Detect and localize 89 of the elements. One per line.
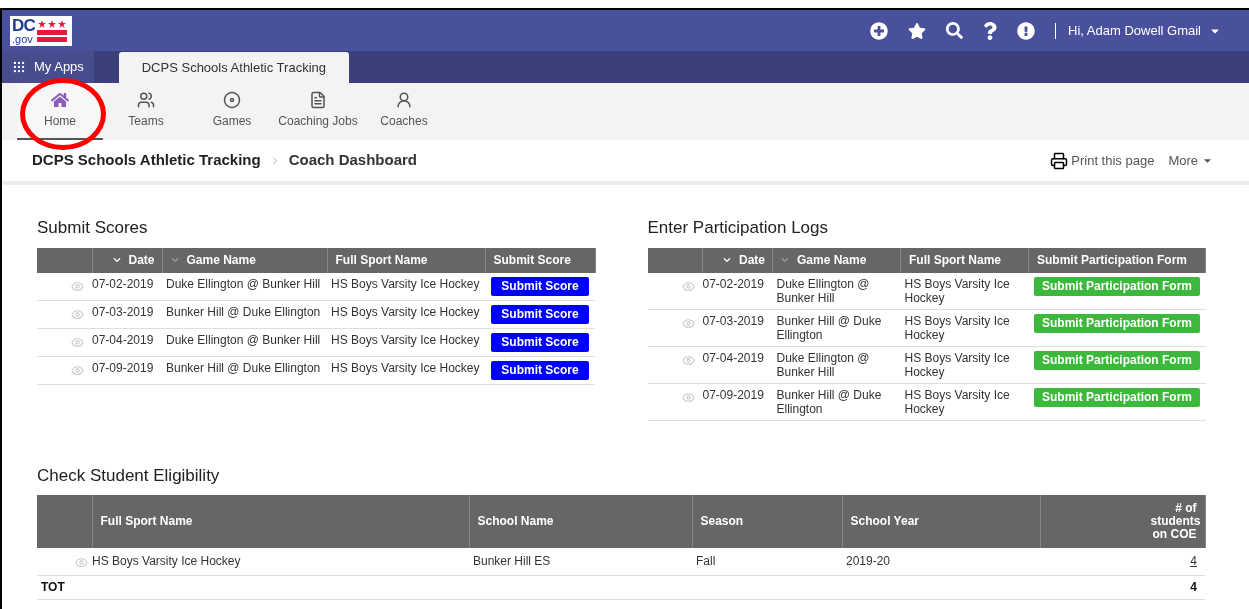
submit-score-button[interactable]: Submit Score xyxy=(491,332,589,352)
people-icon xyxy=(137,91,155,109)
sort-icon[interactable] xyxy=(723,256,731,264)
submit-score-button[interactable]: Submit Score xyxy=(491,304,589,324)
alert-icon[interactable] xyxy=(1017,21,1036,40)
year-cell: 2019-20 xyxy=(842,548,1040,575)
home-icon xyxy=(51,91,69,109)
view-icon[interactable] xyxy=(75,555,88,569)
view-icon[interactable] xyxy=(681,279,695,293)
grid-icon xyxy=(12,60,26,74)
game-cell: Duke Ellington @ Bunker Hill xyxy=(772,272,901,309)
more-menu[interactable]: More xyxy=(1168,150,1213,171)
column-header[interactable]: Game Name xyxy=(772,247,901,273)
date-cell: 07-03-2019 xyxy=(92,300,162,328)
view-icon[interactable] xyxy=(71,307,84,321)
column-header[interactable]: School Name xyxy=(469,495,692,548)
help-icon[interactable] xyxy=(983,21,998,40)
section-title: Check Student Eligibility xyxy=(37,464,221,487)
view-icon[interactable] xyxy=(71,279,84,293)
column-header[interactable]: Date xyxy=(702,247,773,273)
logo-text: DC xyxy=(12,16,35,34)
sport-cell: HS Boys Varsity Ice Hockey xyxy=(327,300,485,328)
nav-item[interactable]: Coaching Jobs xyxy=(275,83,361,140)
date-cell: 07-09-2019 xyxy=(92,356,162,384)
view-icon[interactable] xyxy=(71,335,84,349)
search-icon[interactable] xyxy=(946,22,964,39)
user-menu[interactable]: Hi, Adam Dowell Gmail xyxy=(1068,20,1221,41)
game-cell: Duke Ellington @ Bunker Hill xyxy=(162,272,327,300)
printer-icon xyxy=(1050,151,1069,170)
section-title: Submit Scores xyxy=(37,217,149,239)
column-header[interactable]: Full Sport Name xyxy=(92,495,469,548)
sport-cell: HS Boys Varsity Ice Hockey xyxy=(327,328,485,356)
sport-cell: HS Boys Varsity Ice Hockey xyxy=(900,272,1029,309)
apps-launcher[interactable]: My Apps xyxy=(2,51,94,83)
sport-cell: HS Boys Varsity Ice Hockey xyxy=(900,309,1029,346)
breadcrumb-link[interactable]: DCPS Schools Athletic Tracking xyxy=(32,149,261,172)
sport-cell: HS Boys Varsity Ice Hockey xyxy=(900,346,1029,383)
column-header[interactable]: Date xyxy=(92,247,162,273)
sport-cell: HS Boys Varsity Ice Hockey xyxy=(327,272,485,300)
season-cell: Fall xyxy=(692,548,842,575)
view-icon[interactable] xyxy=(681,316,695,330)
person-icon xyxy=(395,91,413,109)
total-count: 4 xyxy=(1040,575,1205,599)
column-header[interactable]: School Year xyxy=(842,495,1040,548)
game-cell: Bunker Hill @ Duke Ellington xyxy=(162,300,327,328)
nav-item[interactable]: Teams xyxy=(103,83,189,140)
date-cell: 07-04-2019 xyxy=(702,346,773,383)
sport-cell: HS Boys Varsity Ice Hockey xyxy=(900,383,1029,420)
date-cell: 07-09-2019 xyxy=(702,383,773,420)
app-tab[interactable]: DCPS Schools Athletic Tracking xyxy=(118,52,349,83)
logo-text: .gov xyxy=(12,33,34,45)
column-header[interactable]: # of students on COE xyxy=(1040,495,1205,548)
document-icon xyxy=(309,91,327,109)
school-cell: Bunker Hill ES xyxy=(469,548,692,575)
column-header[interactable]: Full Sport Name xyxy=(900,247,1029,273)
sport-cell: HS Boys Varsity Ice Hockey xyxy=(327,356,485,384)
view-icon[interactable] xyxy=(681,390,695,404)
star-icon[interactable] xyxy=(908,21,927,40)
nav-item[interactable]: Games xyxy=(189,83,275,140)
flag-icon xyxy=(36,18,67,43)
date-cell: 07-02-2019 xyxy=(702,272,773,309)
submit-score-button[interactable]: Submit Score xyxy=(491,276,589,296)
nav-item[interactable]: Coaches xyxy=(361,83,447,140)
section-title: Enter Participation Logs xyxy=(647,217,829,239)
date-cell: 07-02-2019 xyxy=(92,272,162,300)
dc-logo[interactable]: DC .gov xyxy=(10,15,72,46)
date-cell: 07-03-2019 xyxy=(702,309,773,346)
column-header[interactable]: Full Sport Name xyxy=(327,247,485,273)
column-header[interactable]: Submit Score xyxy=(485,247,595,273)
count-link[interactable]: 4 xyxy=(1190,554,1197,569)
game-cell: Bunker Hill @ Duke Ellington xyxy=(772,383,901,420)
add-icon[interactable] xyxy=(870,21,889,40)
whistle-icon xyxy=(223,91,241,109)
submit-score-button[interactable]: Submit Score xyxy=(491,360,589,380)
sport-cell: HS Boys Varsity Ice Hockey xyxy=(92,548,469,575)
column-header[interactable]: Submit Participation Form xyxy=(1028,247,1206,273)
sort-icon[interactable] xyxy=(112,256,121,264)
page-title: Coach Dashboard xyxy=(288,150,418,171)
view-icon[interactable] xyxy=(71,363,84,377)
game-cell: Bunker Hill @ Duke Ellington xyxy=(162,356,327,384)
column-header[interactable]: Game Name xyxy=(162,247,327,273)
date-cell: 07-04-2019 xyxy=(92,328,162,356)
game-cell: Duke Ellington @ Bunker Hill xyxy=(162,328,327,356)
total-label: TOT xyxy=(37,575,92,599)
game-cell: Duke Ellington @ Bunker Hill xyxy=(772,346,901,383)
view-icon[interactable] xyxy=(681,353,695,367)
column-header[interactable]: Season xyxy=(692,495,842,548)
game-cell: Bunker Hill @ Duke Ellington xyxy=(772,309,901,346)
print-button[interactable]: Print this page xyxy=(1050,150,1155,171)
